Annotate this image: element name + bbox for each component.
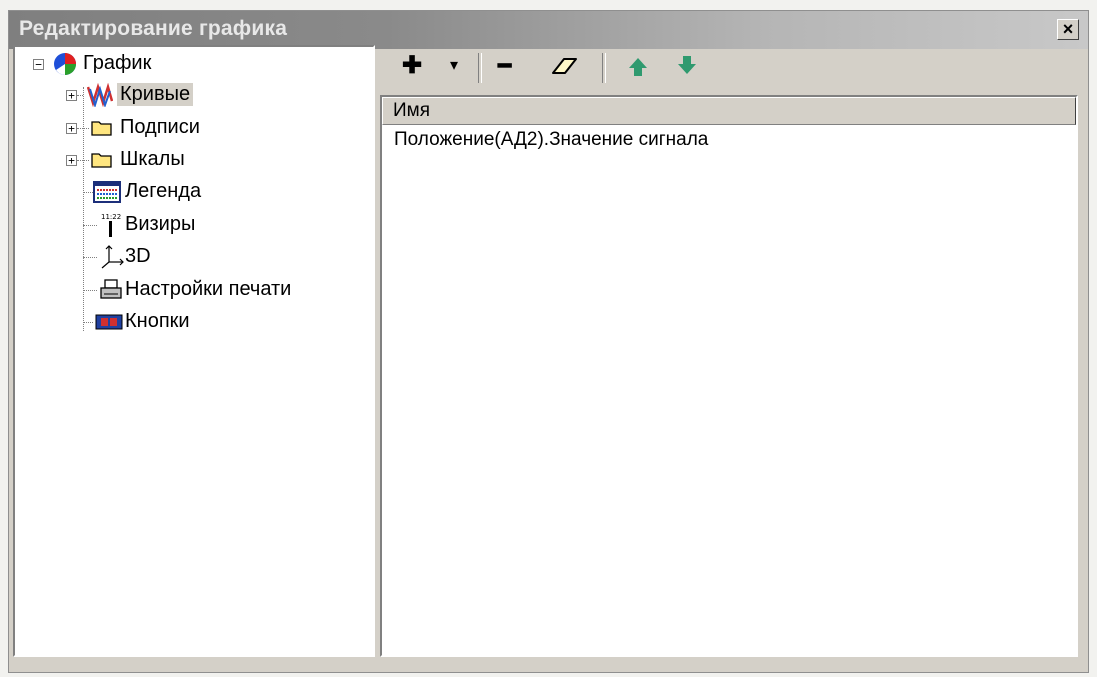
tree-item-captions[interactable]: + Подписи (15, 113, 355, 143)
add-button[interactable]: ✚ (402, 51, 422, 81)
tree-item-sights[interactable]: 11:22 Визиры (15, 210, 355, 240)
column-header-name[interactable]: Имя (382, 97, 1076, 125)
window-title: Редактирование графика (19, 17, 288, 40)
add-dropdown-button[interactable]: ▾ (450, 51, 458, 81)
svg-text:11:22: 11:22 (101, 213, 121, 221)
tree-label-curves: Кривые (117, 83, 194, 106)
toolbar: ✚ ▾ ━ (380, 45, 1078, 93)
expand-toggle[interactable]: + (66, 155, 77, 166)
tree-branch-line (77, 95, 83, 96)
eraser-icon[interactable] (550, 55, 580, 79)
tree-label-chart: График (83, 52, 152, 74)
tree-item-3d[interactable]: 3D (15, 242, 355, 272)
tree-item-scales[interactable]: + Шкалы (15, 145, 355, 175)
expand-toggle[interactable]: + (66, 90, 77, 101)
tree-branch-line (83, 290, 97, 291)
tree-branch-line (77, 160, 89, 161)
tree-label-print-settings: Настройки печати (125, 278, 292, 300)
tree-label-sights: Визиры (125, 213, 196, 235)
right-panel: ✚ ▾ ━ Имя Положение(АД2).Значение сигнал… (380, 45, 1078, 657)
tree-item-buttons[interactable]: Кнопки (15, 307, 355, 337)
remove-button[interactable]: ━ (498, 51, 511, 81)
axes-3d-icon (101, 245, 124, 269)
folder-icon (91, 121, 112, 136)
tree-label-scales: Шкалы (120, 148, 185, 170)
expand-toggle[interactable]: + (66, 123, 77, 134)
tree-label-captions: Подписи (120, 116, 200, 138)
tree-branch-line (83, 192, 93, 193)
tree-label-3d: 3D (125, 245, 151, 267)
tree-branch-line (83, 322, 93, 323)
list-item[interactable]: Положение(АД2).Значение сигнала (394, 129, 708, 151)
printer-icon (100, 279, 122, 299)
tree-panel[interactable]: − График + Кривые + Подписи + Шкалы Леге… (13, 45, 375, 657)
tree-branch-line (83, 257, 97, 258)
tree-branch-line (83, 225, 97, 226)
close-button[interactable]: × (1057, 19, 1079, 40)
folder-icon (91, 153, 112, 168)
tree-label-legend: Легенда (125, 180, 202, 202)
curves-icon (87, 83, 113, 107)
curves-list[interactable]: Имя Положение(АД2).Значение сигнала (380, 95, 1078, 657)
tree-branch-line (77, 128, 89, 129)
tree-item-curves[interactable]: + Кривые (15, 80, 355, 110)
down-arrow-icon[interactable] (676, 54, 698, 76)
sight-icon: 11:22 (101, 213, 121, 237)
title-bar[interactable]: Редактирование графика × (9, 11, 1088, 49)
toolbar-separator (602, 53, 606, 83)
tree-item-chart[interactable]: − График (15, 49, 355, 79)
buttons-icon (95, 314, 123, 330)
pie-chart-icon (54, 53, 76, 75)
tree-label-buttons: Кнопки (125, 310, 190, 332)
tree-item-legend[interactable]: Легенда (15, 177, 355, 207)
collapse-toggle[interactable]: − (33, 59, 44, 70)
legend-icon (93, 181, 121, 203)
toolbar-separator (478, 53, 482, 83)
tree-item-print-settings[interactable]: Настройки печати (15, 275, 355, 305)
up-arrow-icon[interactable] (627, 56, 649, 78)
